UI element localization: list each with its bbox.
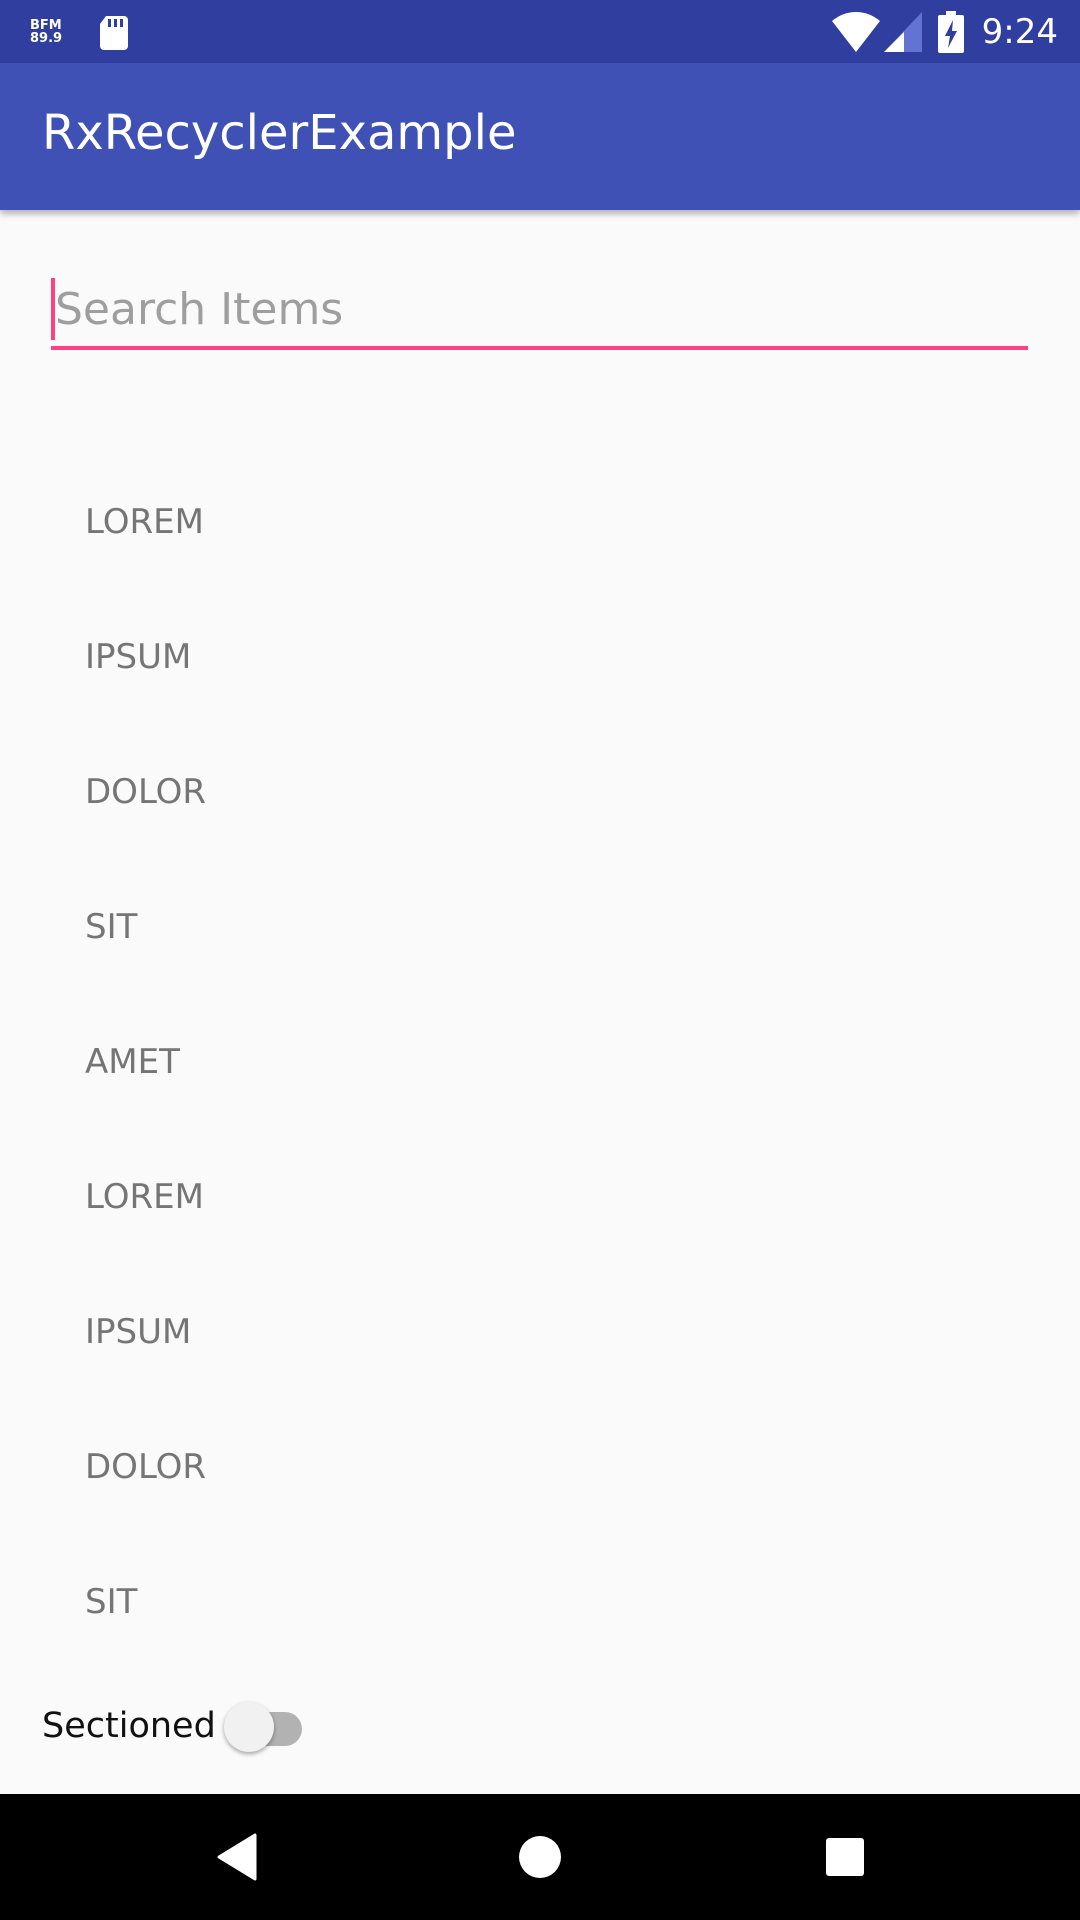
list-item[interactable]: SIT	[0, 860, 1080, 995]
status-bar: BFM 89.9 9:24	[0, 0, 1080, 63]
search-field[interactable]	[51, 272, 1028, 352]
list-item[interactable]: IPSUM	[0, 1265, 1080, 1400]
home-icon	[519, 1836, 561, 1878]
back-icon	[217, 1833, 257, 1881]
radio-badge-line2: 89.9	[30, 31, 63, 46]
list-item[interactable]: DOLOR	[0, 725, 1080, 860]
radio-badge-icon: BFM 89.9	[30, 19, 66, 45]
search-underline	[51, 346, 1028, 350]
list-item[interactable]: IPSUM	[0, 590, 1080, 725]
list-item[interactable]: LOREM	[0, 1130, 1080, 1265]
home-button[interactable]	[505, 1822, 575, 1892]
list-item[interactable]: LOREM	[0, 455, 1080, 590]
back-button[interactable]	[202, 1822, 272, 1892]
search-input[interactable]	[51, 272, 1028, 346]
text-cursor	[51, 278, 55, 340]
sectioned-toggle-row: Sectioned	[42, 1696, 308, 1756]
sd-card-icon	[100, 16, 128, 50]
item-list[interactable]: LOREM IPSUM DOLOR SIT AMET LOREM IPSUM D…	[0, 455, 1080, 1670]
cell-signal-icon	[883, 12, 922, 52]
list-item[interactable]: DOLOR	[0, 1400, 1080, 1535]
app-bar: RxRecyclerExample	[0, 63, 1080, 210]
recents-icon	[826, 1838, 864, 1876]
list-item[interactable]: SIT	[0, 1535, 1080, 1670]
status-left-icons: BFM 89.9	[30, 14, 132, 50]
list-item[interactable]: AMET	[0, 995, 1080, 1130]
status-clock: 9:24	[981, 12, 1058, 52]
sectioned-switch[interactable]	[222, 1696, 308, 1756]
navigation-bar	[0, 1794, 1080, 1920]
wifi-icon	[831, 12, 880, 52]
recents-button[interactable]	[810, 1822, 880, 1892]
app-title: RxRecyclerExample	[42, 105, 517, 161]
switch-thumb[interactable]	[223, 1702, 274, 1752]
sectioned-label: Sectioned	[42, 1706, 216, 1746]
battery-charging-icon	[937, 11, 964, 53]
status-right-icons: 9:24	[831, 10, 1058, 54]
